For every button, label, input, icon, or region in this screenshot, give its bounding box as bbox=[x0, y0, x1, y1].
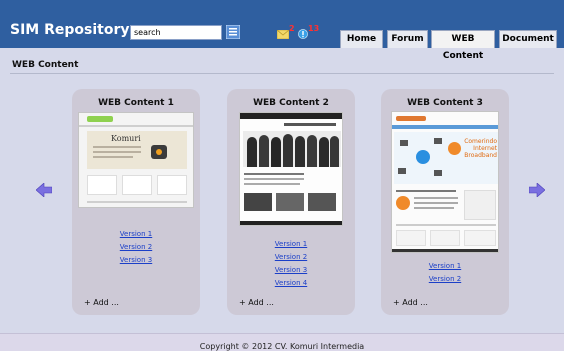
version-link[interactable]: Version 1 bbox=[381, 262, 509, 270]
copyright-text: Copyright © 2012 CV. Komuri Intermedia bbox=[199, 342, 365, 351]
web-content-card-3: WEB Content 3 Comerindo Internet Broadba… bbox=[381, 89, 509, 315]
network-banner: Comerindo Internet Broadband bbox=[394, 132, 498, 184]
version-link[interactable]: Version 2 bbox=[227, 253, 355, 261]
version-link[interactable]: Version 3 bbox=[227, 266, 355, 274]
thumbnail-logo bbox=[87, 116, 113, 122]
add-version-button[interactable]: + Add ... bbox=[239, 298, 274, 307]
search-input[interactable] bbox=[130, 25, 222, 40]
notification-icon[interactable] bbox=[298, 29, 308, 39]
team-photo bbox=[243, 131, 341, 167]
website-thumbnail-3[interactable]: Comerindo Internet Broadband bbox=[391, 111, 499, 253]
thumbnail-banner: Komuri bbox=[87, 131, 187, 169]
web-content-card-2: WEB Content 2 Version 1 Version 2 Versio… bbox=[227, 89, 355, 315]
version-link[interactable]: Version 1 bbox=[72, 230, 200, 238]
tab-forum[interactable]: Forum bbox=[387, 30, 428, 48]
website-thumbnail-2[interactable] bbox=[239, 112, 343, 226]
version-link[interactable]: Version 3 bbox=[72, 256, 200, 264]
tab-home[interactable]: Home bbox=[340, 30, 383, 48]
tab-web-content[interactable]: WEB Content bbox=[431, 30, 495, 61]
version-link[interactable]: Version 4 bbox=[227, 279, 355, 287]
card-title: WEB Content 2 bbox=[253, 98, 329, 108]
version-link[interactable]: Version 2 bbox=[381, 275, 509, 283]
next-arrow-icon[interactable] bbox=[529, 183, 545, 197]
title-divider bbox=[10, 73, 554, 74]
app-title[interactable]: SIM Repository bbox=[10, 22, 130, 38]
website-thumbnail-1[interactable]: Komuri bbox=[78, 112, 194, 208]
add-version-button[interactable]: + Add ... bbox=[84, 298, 119, 307]
search-icon[interactable] bbox=[226, 25, 240, 39]
add-version-button[interactable]: + Add ... bbox=[393, 298, 428, 307]
tab-document[interactable]: Document bbox=[499, 30, 557, 48]
version-link[interactable]: Version 1 bbox=[227, 240, 355, 248]
page-title: WEB Content bbox=[12, 60, 79, 70]
footer: Copyright © 2012 CV. Komuri Intermedia bbox=[0, 333, 564, 351]
card-title: WEB Content 1 bbox=[98, 98, 174, 108]
web-content-card-1: WEB Content 1 Komuri Version 1 Version 2… bbox=[72, 89, 200, 315]
version-link[interactable]: Version 2 bbox=[72, 243, 200, 251]
top-header: SIM Repository 2 13 Home Forum WEB Conte… bbox=[0, 0, 564, 61]
mail-count-badge: 2 bbox=[289, 24, 295, 33]
previous-arrow-icon[interactable] bbox=[36, 183, 52, 197]
notification-count-badge: 13 bbox=[308, 24, 320, 33]
mail-icon[interactable] bbox=[277, 30, 289, 39]
card-title: WEB Content 3 bbox=[407, 98, 483, 108]
